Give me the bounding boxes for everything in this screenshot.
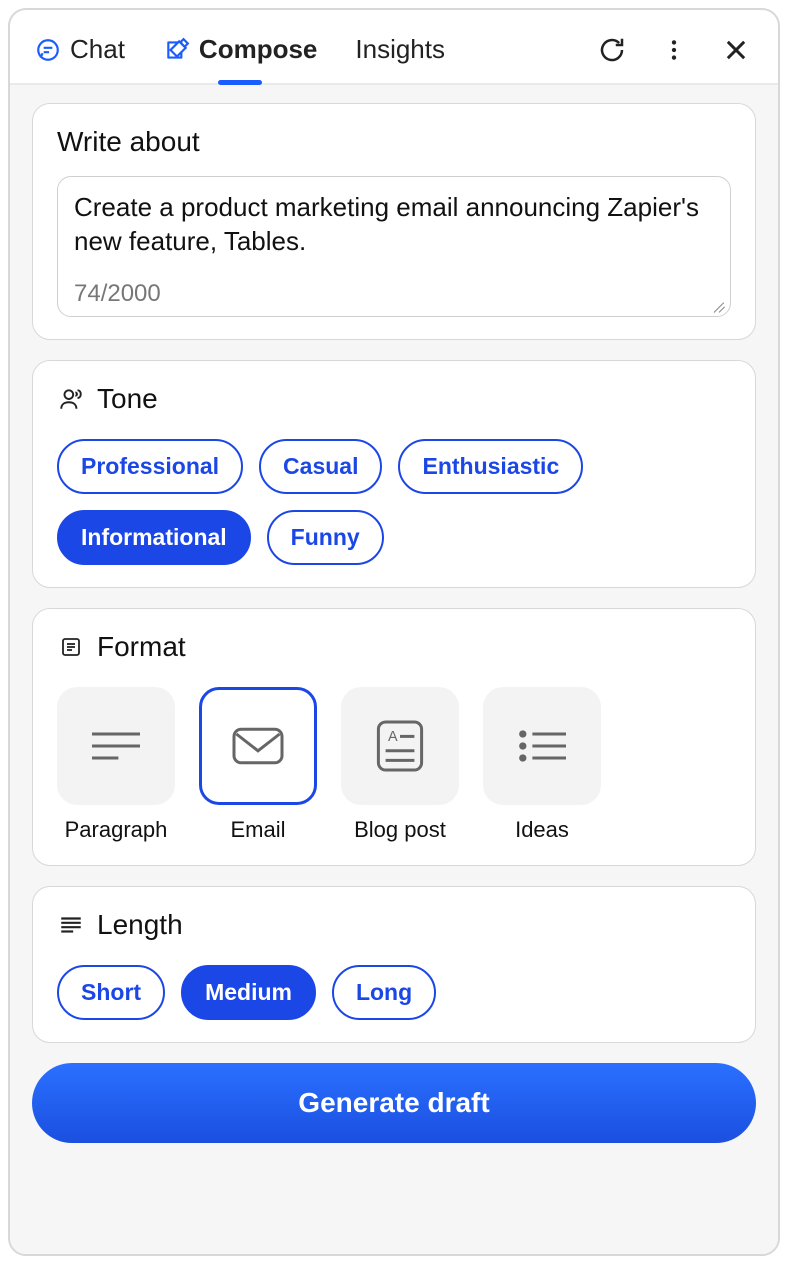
- tab-label: Insights: [355, 34, 445, 65]
- email-icon: [222, 710, 294, 782]
- format-label: Email: [230, 817, 285, 843]
- write-about-title: Write about: [57, 126, 731, 158]
- svg-text:A: A: [388, 729, 398, 745]
- format-title: Format: [97, 631, 186, 663]
- write-about-card: Write about 74/2000: [32, 103, 756, 340]
- format-icon: [57, 633, 85, 661]
- refresh-button[interactable]: [594, 32, 630, 68]
- more-button[interactable]: [656, 32, 692, 68]
- format-option-email[interactable]: Email: [199, 687, 317, 843]
- tone-option-informational[interactable]: Informational: [57, 510, 251, 565]
- tone-option-enthusiastic[interactable]: Enthusiastic: [398, 439, 583, 494]
- tone-icon: [57, 385, 85, 413]
- tone-title: Tone: [97, 383, 158, 415]
- tone-card: Tone Professional Casual Enthusiastic In…: [32, 360, 756, 588]
- length-title: Length: [97, 909, 183, 941]
- compose-panel: Chat Compose Insights: [8, 8, 780, 1256]
- tab-insights[interactable]: Insights: [355, 24, 445, 75]
- resize-handle[interactable]: [710, 296, 726, 312]
- length-option-medium[interactable]: Medium: [181, 965, 316, 1020]
- tabs: Chat Compose Insights: [34, 24, 594, 75]
- format-option-ideas[interactable]: Ideas: [483, 687, 601, 843]
- prompt-textarea[interactable]: [74, 191, 714, 267]
- paragraph-icon: [80, 710, 152, 782]
- tab-chat[interactable]: Chat: [34, 24, 125, 75]
- format-option-blog-post[interactable]: A Blog post: [341, 687, 459, 843]
- char-count: 74/2000: [74, 280, 714, 308]
- length-options: Short Medium Long: [57, 965, 731, 1020]
- tone-option-professional[interactable]: Professional: [57, 439, 243, 494]
- tab-label: Compose: [199, 34, 317, 65]
- compose-icon: [163, 36, 191, 64]
- length-icon: [57, 911, 85, 939]
- header-actions: [594, 32, 754, 68]
- format-option-paragraph[interactable]: Paragraph: [57, 687, 175, 843]
- length-option-long[interactable]: Long: [332, 965, 436, 1020]
- header: Chat Compose Insights: [10, 10, 778, 85]
- format-label: Ideas: [515, 817, 569, 843]
- tone-option-casual[interactable]: Casual: [259, 439, 382, 494]
- generate-draft-button[interactable]: Generate draft: [32, 1063, 756, 1143]
- close-button[interactable]: [718, 32, 754, 68]
- body[interactable]: Write about 74/2000 Tone: [10, 85, 778, 1254]
- blog-post-icon: A: [364, 710, 436, 782]
- chat-icon: [34, 36, 62, 64]
- tab-compose[interactable]: Compose: [163, 24, 317, 75]
- length-option-short[interactable]: Short: [57, 965, 165, 1020]
- tone-options: Professional Casual Enthusiastic Informa…: [57, 439, 731, 565]
- format-label: Paragraph: [65, 817, 168, 843]
- tab-label: Chat: [70, 34, 125, 65]
- format-card: Format Paragraph: [32, 608, 756, 866]
- prompt-textarea-wrap: 74/2000: [57, 176, 731, 317]
- format-label: Blog post: [354, 817, 446, 843]
- tone-option-funny[interactable]: Funny: [267, 510, 384, 565]
- ideas-icon: [506, 710, 578, 782]
- format-options: Paragraph Email A: [57, 687, 731, 843]
- length-card: Length Short Medium Long: [32, 886, 756, 1043]
